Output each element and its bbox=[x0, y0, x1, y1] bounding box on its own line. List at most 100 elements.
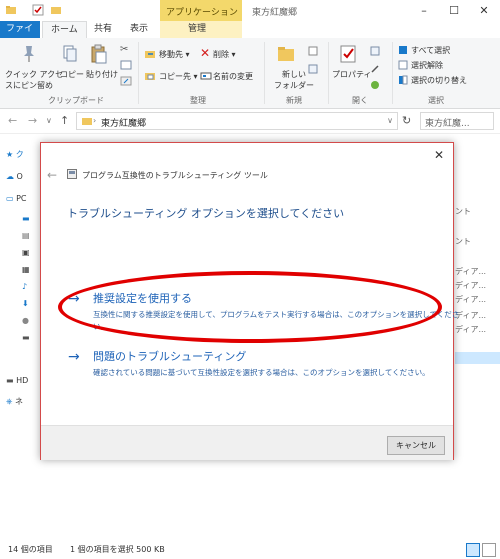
nav-pc[interactable]: ▭ PC bbox=[6, 194, 27, 203]
properties-icon bbox=[340, 45, 356, 63]
close-window-button[interactable]: ✕ bbox=[470, 0, 498, 21]
pin-quick-access-button[interactable]: クイック アクセ スにピン留め bbox=[5, 69, 63, 91]
ribbon-tab-bar: ファイル ホーム 共有 表示 管理 bbox=[0, 21, 500, 51]
cancel-button[interactable]: キャンセル bbox=[387, 436, 445, 455]
invert-selection-button[interactable]: 選択の切り替え bbox=[411, 75, 467, 86]
nav-network[interactable]: ⎈ ネ bbox=[6, 396, 23, 407]
paste-shortcut-icon[interactable] bbox=[120, 76, 132, 86]
easy-access-icon[interactable] bbox=[308, 64, 318, 74]
properties-check-icon[interactable] bbox=[32, 4, 44, 16]
dialog-title: プログラム互換性のトラブルシューティング ツール bbox=[82, 171, 268, 180]
nav-network-label: ネ bbox=[14, 397, 23, 406]
nav-quick-access[interactable]: ★ ク bbox=[6, 149, 24, 160]
edit-icon[interactable] bbox=[370, 64, 380, 74]
new-group-label: 新規 bbox=[286, 96, 302, 105]
copy-button[interactable]: コピー bbox=[60, 69, 84, 80]
folder-icon bbox=[6, 6, 16, 14]
history-icon[interactable] bbox=[370, 80, 380, 90]
navigation-pane: ★ ク ☁ O ▭ PC ▬ ▤ ▣ ▦ ♪ ⬇ ● ▬ ▬ HD ⎈ ネ bbox=[0, 134, 40, 537]
status-bar: 14 個の項目 1 個の項目を選択 500 KB bbox=[0, 539, 500, 559]
folder-icon bbox=[82, 118, 92, 125]
organize-group-label: 整理 bbox=[190, 96, 206, 105]
search-placeholder: 東方紅魔... bbox=[425, 119, 470, 129]
chevron-down-icon[interactable]: ∨ bbox=[387, 116, 393, 125]
tab-home[interactable]: ホーム bbox=[42, 21, 87, 39]
maximize-button[interactable]: ☐ bbox=[440, 0, 468, 21]
nav-onedrive[interactable]: ☁ O bbox=[6, 172, 23, 181]
forward-icon[interactable]: → bbox=[28, 114, 37, 127]
address-bar[interactable]: › 東方紅魔郷 ∨ bbox=[76, 112, 398, 130]
breadcrumb-chevron-icon: › bbox=[93, 116, 97, 125]
item-count: 14 個の項目 bbox=[8, 545, 53, 554]
refresh-icon[interactable]: ↻ bbox=[402, 114, 411, 127]
nav-quick-label: ク bbox=[15, 150, 24, 159]
select-none-icon bbox=[398, 60, 408, 70]
nav-onedrive-label: O bbox=[16, 172, 23, 181]
nav-hd[interactable]: ▬ HD bbox=[6, 376, 28, 385]
tab-file[interactable]: ファイル bbox=[0, 21, 40, 51]
new-item-icon[interactable] bbox=[308, 46, 318, 56]
back-arrow-icon[interactable]: ← bbox=[47, 168, 57, 182]
pin-label-1: クイック アクセ bbox=[5, 70, 64, 79]
nav-videos-icon[interactable]: ▦ bbox=[22, 265, 30, 274]
nav-pictures-icon[interactable]: ▣ bbox=[22, 248, 30, 257]
selected-row-highlight bbox=[455, 352, 500, 364]
up-icon[interactable]: ↑ bbox=[60, 114, 69, 127]
list-item-type: ディア... bbox=[455, 295, 487, 304]
selection-info: 1 個の項目を選択 500 KB bbox=[70, 545, 165, 554]
nav-desktop-icon[interactable]: ▬ bbox=[22, 214, 30, 223]
option-title: 問題のトラブルシューティング bbox=[93, 350, 247, 363]
nav-drive-icon[interactable]: ▬ bbox=[22, 333, 30, 342]
large-icons-view-icon[interactable] bbox=[482, 543, 496, 557]
ribbon: クイック アクセ スにピン留め コピー 貼り付け ✂ クリップボード 移動先 ▾… bbox=[0, 38, 500, 109]
select-group-label: 選択 bbox=[428, 96, 444, 105]
pin-icon bbox=[24, 46, 34, 62]
paste-icon bbox=[91, 44, 107, 64]
properties-button[interactable]: プロパティ bbox=[332, 69, 372, 80]
close-icon[interactable]: ✕ bbox=[431, 147, 447, 163]
application-tools-tab: アプリケーション ツール bbox=[160, 0, 242, 31]
copy-to-button[interactable]: コピー先 ▾ bbox=[159, 71, 198, 82]
address-row: ← → ∨ ↑ › 東方紅魔郷 ∨ ↻ 東方紅魔... bbox=[0, 109, 500, 134]
list-item-type: ディア... bbox=[455, 281, 487, 290]
new-folder-label-2: フォルダー bbox=[274, 81, 314, 90]
address-path: 東方紅魔郷 bbox=[101, 119, 147, 129]
window-title: 東方紅魔郷 bbox=[252, 8, 298, 18]
arrow-right-icon: → bbox=[68, 349, 80, 365]
search-input[interactable]: 東方紅魔... bbox=[420, 112, 494, 130]
nav-pc-label: PC bbox=[16, 194, 27, 203]
copy-to-icon bbox=[145, 73, 155, 80]
select-all-icon bbox=[399, 46, 407, 54]
back-icon[interactable]: ← bbox=[8, 114, 17, 127]
recent-dropdown-icon[interactable]: ∨ bbox=[46, 116, 52, 125]
troubleshoot-program-option[interactable]: → 問題のトラブルシューティング 確認されている問題に基づいて互換性設定を選択す… bbox=[68, 348, 442, 377]
open-icon[interactable] bbox=[370, 46, 380, 56]
tab-view[interactable]: 表示 bbox=[122, 21, 156, 38]
nav-music-icon[interactable]: ♪ bbox=[22, 282, 27, 291]
list-item-type: ント bbox=[455, 237, 471, 246]
paste-button[interactable]: 貼り付け bbox=[86, 69, 118, 80]
copy-path-icon[interactable] bbox=[120, 60, 132, 70]
nav-downloads-icon[interactable]: ⬇ bbox=[22, 299, 29, 308]
rename-icon bbox=[200, 72, 212, 80]
tab-manage[interactable]: 管理 bbox=[180, 21, 214, 38]
dialog-footer: キャンセル bbox=[41, 425, 453, 460]
new-folder-quick-icon[interactable] bbox=[50, 4, 62, 16]
file-list-partial: ント ント ディア... ディア... ディア... ディア... ディア... bbox=[455, 134, 500, 534]
delete-button[interactable]: 削除 ▾ bbox=[213, 49, 236, 60]
rename-button[interactable]: 名前の変更 bbox=[213, 71, 253, 82]
nav-disc-icon[interactable]: ● bbox=[22, 316, 29, 325]
move-to-button[interactable]: 移動先 ▾ bbox=[159, 49, 190, 60]
select-none-button[interactable]: 選択解除 bbox=[411, 60, 443, 71]
nav-documents-icon[interactable]: ▤ bbox=[22, 231, 30, 240]
tab-share[interactable]: 共有 bbox=[86, 21, 120, 38]
minimize-button[interactable]: – bbox=[410, 0, 438, 21]
details-view-icon[interactable] bbox=[466, 543, 480, 557]
cut-icon[interactable]: ✂ bbox=[120, 44, 128, 55]
clipboard-group-label: クリップボード bbox=[48, 96, 104, 105]
move-to-icon bbox=[145, 51, 155, 58]
list-item-type: ディア... bbox=[455, 325, 487, 334]
new-folder-icon bbox=[278, 47, 294, 61]
select-all-button[interactable]: すべて選択 bbox=[411, 45, 450, 56]
invert-selection-icon bbox=[399, 75, 408, 85]
